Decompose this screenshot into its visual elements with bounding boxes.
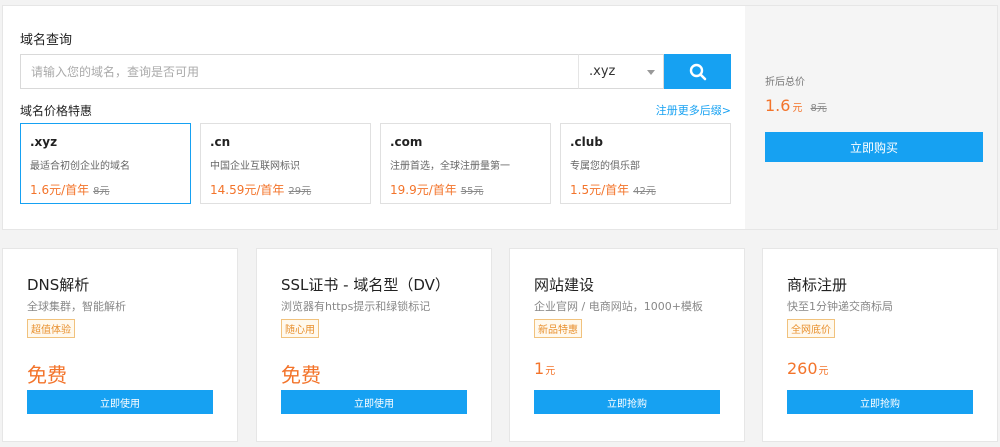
product-price: 免费 [281,359,321,388]
order-summary: 折后总价 1.6 元 8元 立即购买 [745,6,997,229]
product-price-value: 1 [534,359,545,378]
domain-card-desc: 注册首选，全球注册量第一 [390,161,510,172]
domain-card-orig-price: 55元 [460,186,484,197]
total-price-unit: 元 [792,103,803,114]
product-title: SSL证书 - 域名型（DV） [281,276,450,294]
domain-card-com[interactable]: .com 注册首选，全球注册量第一 19.9元/首年 55元 [380,123,551,204]
product-subtitle: 企业官网 / 电商网站，1000+模板 [534,300,703,313]
domain-card-orig-price: 42元 [633,186,656,197]
search-button[interactable] [664,54,731,89]
product-buy-button[interactable]: 立即抢购 [534,390,720,414]
domain-card-name: .cn [210,135,231,149]
product-subtitle: 快至1分钟递交商标局 [787,300,893,313]
product-tag: 随心用 [281,319,319,338]
domain-card-price: 14.59元/首年 29元 [210,181,370,198]
product-tag: 新品特惠 [534,319,582,338]
product-buy-button[interactable]: 立即抢购 [787,390,973,414]
product-title: 网站建设 [534,276,595,294]
domain-card-list: .xyz 最适合初创企业的域名 1.6元/首年 8元 .cn 中国企业互联网标识 … [20,123,732,204]
product-price-unit: 元 [818,366,829,377]
domain-card-name: .club [570,135,603,149]
domain-card-desc: 专属您的俱乐部 [570,161,640,172]
domain-card-price-value: 1.6元/首年 [30,183,90,197]
suffix-select[interactable]: .xyz [578,54,664,89]
domain-card-name: .com [390,135,423,149]
product-tag: 超值体验 [27,319,75,338]
product-price: 免费 [27,359,67,388]
product-card-dns: DNS解析 全球集群，智能解析 超值体验 免费 立即使用 [2,248,238,442]
domain-card-cn[interactable]: .cn 中国企业互联网标识 14.59元/首年 29元 [200,123,371,204]
domain-card-club[interactable]: .club 专属您的俱乐部 1.5元/首年 42元 [560,123,731,204]
product-price-free: 免费 [27,363,67,387]
product-price: 260元 [787,359,829,378]
domain-card-price: 1.5元/首年 42元 [570,181,730,198]
domain-search-bar: .xyz [20,54,731,89]
product-title: DNS解析 [27,276,90,294]
buy-now-button[interactable]: 立即购买 [765,132,983,162]
product-price: 1元 [534,359,555,378]
domain-card-orig-price: 8元 [93,186,110,197]
domain-card-price-value: 19.9元/首年 [390,183,457,197]
product-card-trademark: 商标注册 快至1分钟递交商标局 全网底价 260元 立即抢购 [762,248,998,442]
domain-price-title: 域名价格特惠 [20,104,93,118]
product-subtitle: 浏览器有https提示和绿锁标记 [281,300,431,313]
product-use-button[interactable]: 立即使用 [27,390,213,414]
total-price: 1.6 元 8元 [765,96,827,115]
domain-card-name: .xyz [30,135,58,149]
domain-search-area: 域名查询 .xyz 域名价格特惠 注册更多后缀> .xyz 最适合初创企业的域名… [3,6,745,229]
domain-panel: 域名查询 .xyz 域名价格特惠 注册更多后缀> .xyz 最适合初创企业的域名… [2,5,998,230]
chevron-down-icon [647,70,655,75]
search-icon [689,63,706,80]
product-title: 商标注册 [787,276,848,294]
domain-search-title: 域名查询 [20,33,73,48]
product-price-value: 260 [787,359,818,378]
product-price-unit: 元 [545,366,556,377]
total-orig-price: 8元 [810,103,827,114]
product-use-button[interactable]: 立即使用 [281,390,467,414]
domain-card-orig-price: 29元 [288,186,312,197]
product-price-free: 免费 [281,363,321,387]
total-price-label: 折后总价 [765,77,805,88]
domain-card-price-value: 1.5元/首年 [570,183,630,197]
domain-card-desc: 最适合初创企业的域名 [30,161,130,172]
domain-search-input[interactable] [20,54,580,89]
total-price-value: 1.6 [765,96,791,115]
domain-card-price-value: 14.59元/首年 [210,183,285,197]
more-suffix-link[interactable]: 注册更多后缀> [656,102,731,118]
domain-card-desc: 中国企业互联网标识 [210,161,300,172]
suffix-select-value: .xyz [589,64,616,79]
domain-card-price: 1.6元/首年 8元 [30,181,190,198]
product-card-website: 网站建设 企业官网 / 电商网站，1000+模板 新品特惠 1元 立即抢购 [509,248,745,442]
domain-card-xyz[interactable]: .xyz 最适合初创企业的域名 1.6元/首年 8元 [20,123,191,204]
product-tag: 全网底价 [787,319,835,338]
domain-card-price: 19.9元/首年 55元 [390,181,550,198]
product-subtitle: 全球集群，智能解析 [27,300,126,313]
product-card-ssl: SSL证书 - 域名型（DV） 浏览器有https提示和绿锁标记 随心用 免费 … [256,248,492,442]
